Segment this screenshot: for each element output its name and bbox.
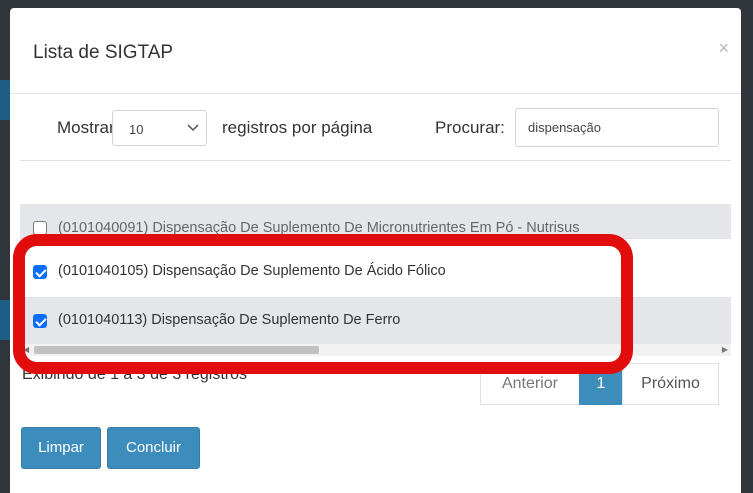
page-size-select[interactable]: 10	[112, 110, 207, 146]
close-icon[interactable]: ×	[718, 38, 729, 59]
row-label: (0101040105) Dispensação De Suplemento D…	[58, 263, 446, 279]
scrollbar-thumb[interactable]	[34, 346, 319, 354]
row-checkbox[interactable]	[33, 265, 47, 279]
pagination-page-1[interactable]: 1	[579, 363, 623, 405]
table-header	[20, 160, 731, 205]
background-left	[0, 0, 10, 493]
page-size-value: 10	[129, 122, 144, 137]
modal-header: Lista de SIGTAP ×	[10, 8, 741, 94]
row-checkbox[interactable]	[33, 221, 47, 235]
scroll-right-icon[interactable]: ▶	[722, 344, 728, 356]
done-button[interactable]: Concluir	[107, 427, 200, 469]
background-top	[0, 0, 753, 8]
results-table: (0101040091) Dispensação De Suplemento D…	[20, 160, 731, 350]
search-input[interactable]	[515, 108, 719, 147]
table-row[interactable]: (0101040113) Dispensação De Suplemento D…	[20, 298, 731, 347]
show-label: Mostrar	[57, 118, 115, 137]
scroll-left-icon[interactable]: ◀	[23, 344, 29, 356]
records-info: Exibindo de 1 a 3 de 3 registros	[22, 366, 248, 383]
chevron-down-icon	[186, 117, 200, 140]
pagination-next[interactable]: Próximo	[622, 363, 719, 405]
row-label: (0101040091) Dispensação De Suplemento D…	[58, 220, 580, 236]
background-right	[741, 0, 753, 493]
horizontal-scrollbar[interactable]: ◀ ▶	[20, 344, 731, 356]
row-label: (0101040113) Dispensação De Suplemento D…	[58, 312, 401, 328]
table-row[interactable]: (0101040105) Dispensação De Suplemento D…	[20, 249, 731, 298]
modal-title: Lista de SIGTAP	[33, 42, 174, 63]
table-row[interactable]: (0101040091) Dispensação De Suplemento D…	[20, 204, 731, 239]
background-accent	[0, 300, 10, 340]
pagination-previous[interactable]: Anterior	[480, 363, 580, 405]
background-accent	[0, 80, 10, 120]
row-checkbox[interactable]	[33, 314, 47, 328]
clear-button[interactable]: Limpar	[21, 427, 101, 469]
search-label: Procurar:	[435, 118, 505, 137]
records-per-page-label: registros por página	[222, 118, 373, 137]
